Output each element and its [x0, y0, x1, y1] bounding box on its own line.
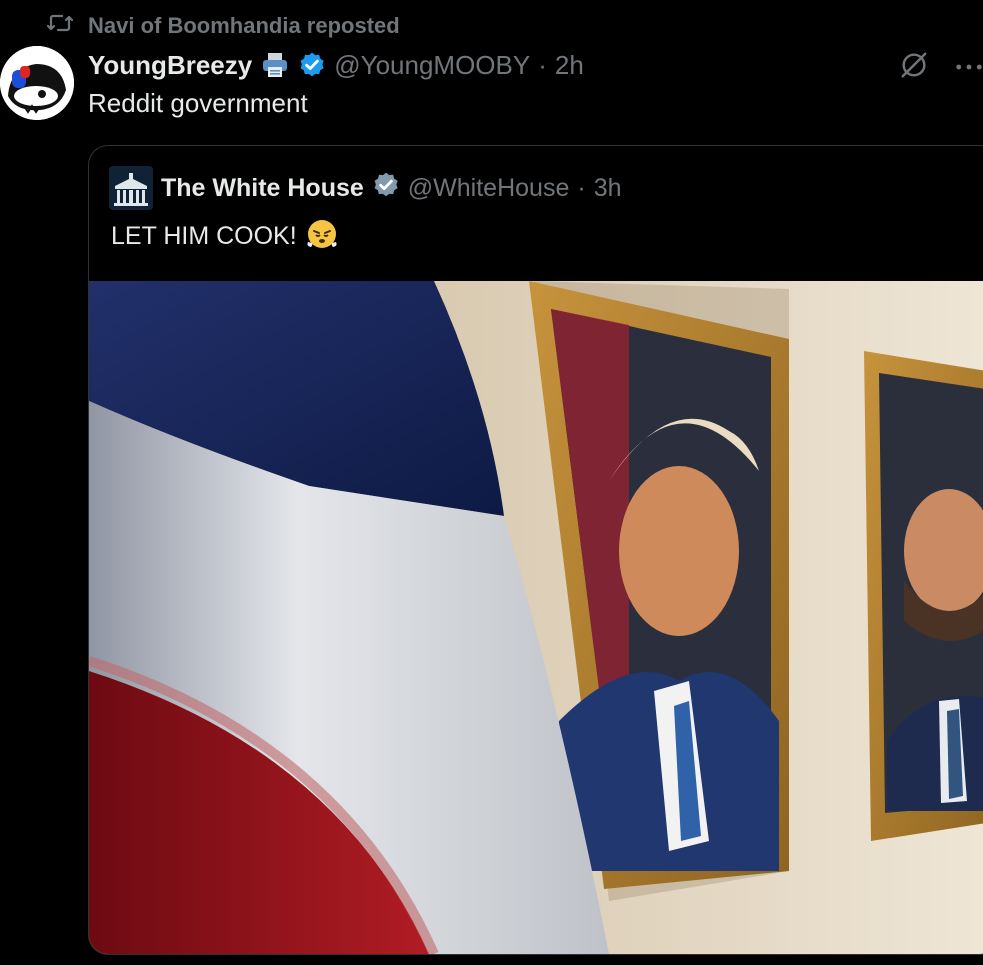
- quoted-tweet-text: LET HIM COOK!: [111, 216, 339, 257]
- quoted-text: LET HIM COOK!: [111, 222, 297, 250]
- separator-dot: ·: [577, 173, 586, 202]
- verified-badge-icon[interactable]: [298, 51, 326, 79]
- tweet-header: YoungBreezy @YoungMOOBY · 2h: [88, 46, 584, 84]
- quoted-display-name[interactable]: The White House: [161, 174, 364, 203]
- quoted-timestamp[interactable]: 3h: [594, 174, 622, 203]
- verified-badge-icon[interactable]: [372, 171, 400, 206]
- tweet-text: Reddit government: [88, 88, 308, 118]
- steam-face-emoji: [305, 216, 339, 257]
- tweet-actions: [899, 50, 983, 85]
- quoted-avatar[interactable]: [109, 166, 153, 210]
- portrait-frame-right: [864, 351, 983, 841]
- grok-icon[interactable]: [899, 50, 929, 85]
- more-icon[interactable]: [955, 59, 983, 77]
- repost-label: Navi of Boomhandia reposted: [88, 13, 400, 38]
- printer-icon: [260, 50, 290, 80]
- handle[interactable]: @YoungMOOBY: [334, 50, 530, 81]
- repost-icon: [46, 11, 74, 41]
- repost-indicator[interactable]: Navi of Boomhandia reposted: [46, 12, 400, 40]
- quoted-photo[interactable]: [89, 281, 983, 954]
- timestamp[interactable]: 2h: [555, 50, 584, 81]
- quoted-tweet-header: The White House @WhiteHouse · 3h: [109, 166, 622, 210]
- separator-dot: ·: [538, 49, 547, 80]
- quoted-handle[interactable]: @WhiteHouse: [408, 174, 570, 203]
- quoted-tweet-card[interactable]: The White House @WhiteHouse · 3h LET HIM…: [88, 145, 983, 955]
- avatar[interactable]: [0, 46, 74, 120]
- display-name[interactable]: YoungBreezy: [88, 50, 252, 81]
